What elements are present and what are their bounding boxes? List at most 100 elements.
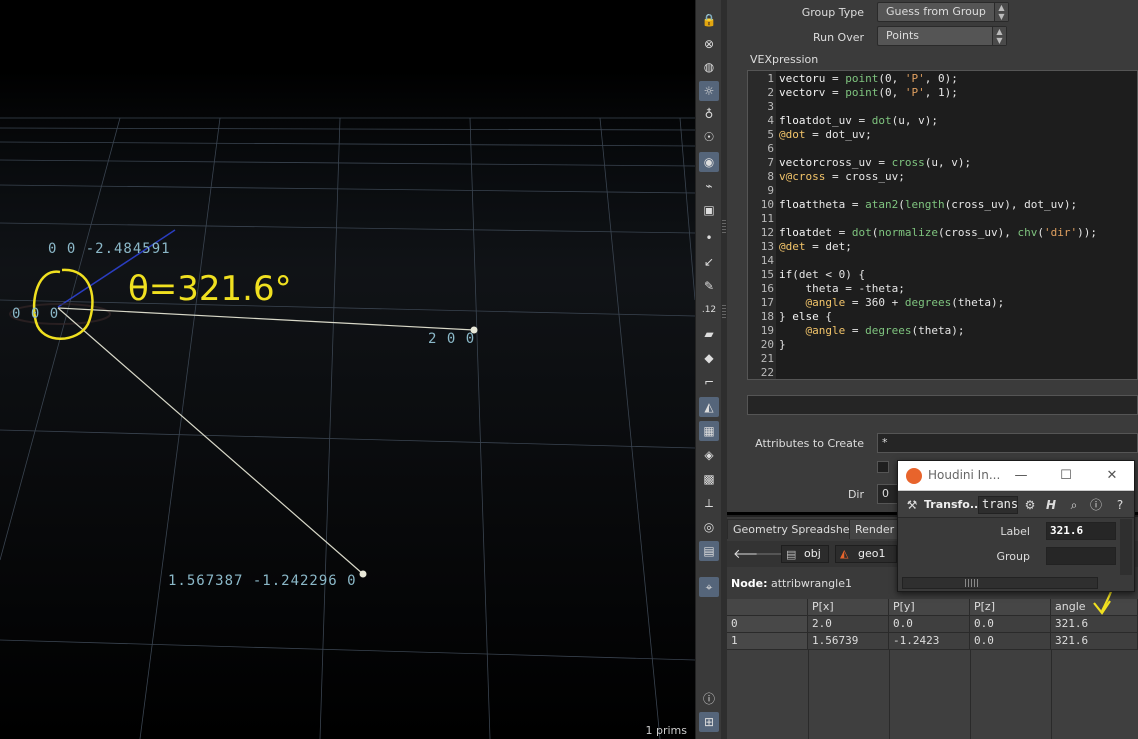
chevron-updown-icon: ▲ ▼: [992, 27, 1006, 45]
line-number: 7: [767, 156, 774, 169]
corner-icon[interactable]: ⌐: [699, 372, 719, 392]
line-number: 3: [767, 100, 774, 113]
viewport-scene: θ=321.6°: [0, 70, 695, 739]
table-cell: 1: [727, 633, 808, 650]
vex-code-editor[interactable]: 1 2 3 4 5 6 7 8 9 10 11 12 13 14 15 16 17 18 19 20 21 22 vect…: [747, 70, 1138, 380]
maximize-icon[interactable]: ☐: [1055, 466, 1077, 486]
number-12-icon[interactable]: .12: [699, 300, 719, 320]
run-over-value: Points: [886, 29, 920, 42]
checker-icon[interactable]: ▦: [699, 421, 719, 441]
table-row[interactable]: 1 1.56739 -1.2423 0.0 321.6: [727, 633, 1138, 650]
horizontal-scrollbar[interactable]: [902, 577, 1098, 589]
sphere-icon[interactable]: ◍: [699, 57, 719, 77]
camera-icon[interactable]: ◉: [699, 152, 719, 172]
axis-icon[interactable]: ⟂: [699, 493, 719, 513]
line-number: 17: [760, 296, 774, 309]
attributes-to-create-label: Attributes to Create: [755, 437, 864, 450]
column-header[interactable]: [727, 599, 808, 616]
table-cell: -1.2423: [889, 633, 970, 650]
line-number: 5: [767, 128, 774, 141]
window-toolbar: ⚒ Transfo... trans ⚙ H ⌕ ⓘ ?: [898, 492, 1134, 518]
3d-viewport[interactable]: θ=321.6° 0 0 -2.484591 0 0 0 2 0 0 1.567…: [0, 0, 695, 739]
grid-icon[interactable]: ⊞: [699, 712, 719, 732]
table-cell: 321.6: [1051, 633, 1138, 650]
line-number: 20: [760, 338, 774, 351]
column-header[interactable]: P[y]: [889, 599, 970, 616]
code-line: @det = det;: [779, 240, 852, 253]
splitter-grip[interactable]: [722, 305, 726, 319]
brush-icon[interactable]: ◆: [699, 348, 719, 368]
run-over-label: Run Over: [812, 31, 864, 44]
diamond-icon[interactable]: ◈: [699, 445, 719, 465]
line-number: 21: [760, 352, 774, 365]
circle-icon[interactable]: ◎: [699, 517, 719, 537]
dir-field[interactable]: 0: [877, 484, 899, 504]
line-number: 19: [760, 324, 774, 337]
close-circle-icon[interactable]: ⊗: [699, 34, 719, 54]
breadcrumb-label: obj: [804, 547, 821, 560]
table-cell: 0.0: [970, 633, 1051, 650]
line-number: 6: [767, 142, 774, 155]
label-origin: 0 0 0: [12, 306, 60, 322]
camera-rig-icon[interactable]: ▣: [699, 200, 719, 220]
code-line: @angle = 360 + degrees(theta);: [805, 296, 1005, 309]
node-label: Node:: [731, 577, 768, 590]
group-type-menu[interactable]: Guess from Group ▲ ▼: [877, 2, 1009, 22]
label-bottom-point: 1.567387 -1.242296 0: [168, 573, 357, 589]
pen-icon[interactable]: ✎: [699, 276, 719, 296]
view-icon[interactable]: ◭: [699, 397, 719, 417]
snapshot-icon[interactable]: ▤: [699, 541, 719, 561]
lock-icon[interactable]: 🔒: [699, 10, 719, 30]
spreadsheet-table[interactable]: P[x] P[y] P[z] angle 0 2.0 0.0 0.0 321.6…: [727, 599, 1138, 739]
help-h-icon[interactable]: H: [1043, 497, 1059, 513]
table-cell: 1.56739: [808, 633, 889, 650]
column-header[interactable]: P[z]: [970, 599, 1051, 616]
pin-icon[interactable]: ⌖: [699, 577, 719, 597]
info-icon[interactable]: ⓘ: [1088, 497, 1104, 513]
code-line: vectorv = point(0, 'P', 1);: [779, 86, 958, 99]
dot-icon[interactable]: •: [699, 228, 719, 248]
minimize-icon[interactable]: —: [1010, 466, 1032, 486]
point-light-icon[interactable]: ☉: [699, 127, 719, 147]
column-header[interactable]: P[x]: [808, 599, 889, 616]
label-param-field[interactable]: 321.6: [1046, 522, 1116, 540]
line-number: 9: [767, 184, 774, 197]
vertical-scrollbar[interactable]: [1120, 519, 1132, 575]
line-number: 11: [760, 212, 774, 225]
code-line: }: [779, 338, 786, 351]
code-line: floatdot_uv = dot(u, v);: [779, 114, 938, 127]
cube-icon[interactable]: ▩: [699, 469, 719, 489]
window-titlebar[interactable]: Houdini In... — ☐ ✕: [898, 461, 1134, 491]
tab-label: Geometry Spreadsheet: [733, 523, 861, 536]
enforce-checkbox[interactable]: [877, 461, 889, 473]
expression-entry[interactable]: [747, 395, 1138, 415]
node-name: attribwrangle1: [771, 577, 852, 590]
breadcrumb-obj[interactable]: ▤ obj: [781, 545, 829, 563]
search-icon[interactable]: ⌕: [1066, 497, 1082, 513]
gear-icon[interactable]: ⚙: [1022, 497, 1038, 513]
group-param-field[interactable]: [1046, 547, 1116, 565]
point-v[interactable]: [359, 570, 367, 578]
table-cell: 0.0: [889, 616, 970, 633]
viewport-toolbar: 🔒 ⊗ ◍ ☼ ♁ ☉ ◉ ⌁ ▣ • ↙ ✎ .12 ▰ ◆ ⌐ ◭ ▦ ◈ …: [695, 0, 721, 739]
line-number: 12: [760, 226, 774, 239]
code-line: floattheta = atan2(length(cross_uv), dot…: [779, 198, 1078, 211]
close-icon[interactable]: ✕: [1101, 466, 1123, 486]
node-name-field[interactable]: trans: [978, 496, 1018, 514]
run-over-menu[interactable]: Points ▲ ▼: [877, 26, 1007, 46]
light-icon[interactable]: ♁: [699, 104, 719, 124]
line-number-gutter: 1 2 3 4 5 6 7 8 9 10 11 12 13 14 15 16 17 18 19 20 21 22: [748, 71, 776, 379]
splitter-grip[interactable]: [722, 220, 726, 234]
line-number: 2: [767, 86, 774, 99]
question-icon[interactable]: ?: [1112, 497, 1128, 513]
scroll-grip[interactable]: [965, 579, 979, 587]
window-title: Houdini In...: [928, 468, 1001, 482]
houdini-floating-window[interactable]: Houdini In... — ☐ ✕ ⚒ Transfo... trans ⚙…: [897, 460, 1135, 592]
breadcrumb-geo1[interactable]: ◭ geo1: [835, 545, 897, 563]
attributes-to-create-field[interactable]: *: [877, 433, 1138, 453]
paint-icon[interactable]: ▰: [699, 324, 719, 344]
info-icon[interactable]: ⓘ: [699, 688, 719, 708]
flashlight-icon[interactable]: ⌁: [699, 176, 719, 196]
light-bulb-icon[interactable]: ☼: [699, 81, 719, 101]
arrow-icon[interactable]: ↙: [699, 252, 719, 272]
